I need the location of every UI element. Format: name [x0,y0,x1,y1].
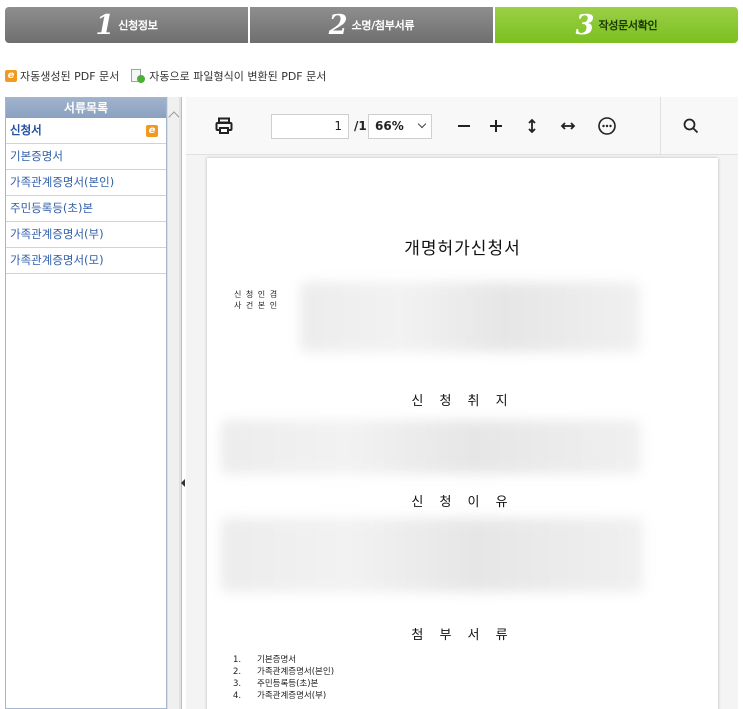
document-item[interactable]: 가족관계증명서(모) [6,248,166,274]
step-label: 신청정보 [118,19,158,32]
step-label: 소명/첨부서류 [351,19,415,32]
attachment-item: 2. 가족관계증명서(본인) [233,667,335,677]
step-number: 2 [328,9,348,41]
attachment-item: 4. 가족관계증명서(부) [233,691,327,701]
zoom-value: 66% [375,119,404,133]
attachment-item: 3. 주민등록등(초)본 [233,679,319,689]
step-1: 1 신청정보 [5,7,250,43]
redacted-reason [221,518,643,592]
step-number: 3 [575,9,595,41]
plus-icon[interactable] [486,97,506,155]
step-number: 1 [95,9,115,41]
legend-converted-pdf: 자동으로 파일형식이 변환된 PDF 문서 [149,70,327,83]
step-label: 작성문서확인 [598,19,658,32]
step-progress-bar: 1 신청정보 2 소명/첨부서류 3 작성문서확인 [5,7,738,43]
document-item[interactable]: 주민등록등(초)본 [6,196,166,222]
document-item[interactable]: 가족관계증명서(부) [6,222,166,248]
applicant-label: 사 건 본 인 [234,301,279,310]
page-total: /1 [354,119,367,133]
attachment-item: 1. 기본증명서 [233,655,297,665]
chevron-down-icon [417,119,427,129]
section-heading-reason: 신 청 이 유 [411,495,514,510]
minus-icon[interactable] [454,97,474,155]
scroll-up-icon[interactable] [168,111,180,123]
auto-pdf-icon: e [146,125,158,137]
document-item[interactable]: 기본증명서 [6,144,166,170]
document-list-panel: 서류목록 신청서 e 기본증명서 가족관계증명서(본인) 주민등록등(초)본 가… [5,97,167,709]
search-icon[interactable] [680,97,702,155]
zoom-select[interactable]: 66% [368,114,432,139]
applicant-label: 신 청 인 겸 [234,290,279,299]
document-title: 개명허가신청서 [404,239,521,259]
pdf-page: 개명허가신청서 신 청 인 겸 사 건 본 인 신 청 취 지 신 청 이 유 … [207,158,718,709]
document-list-header: 서류목록 [6,98,166,118]
document-item-application[interactable]: 신청서 e [6,118,166,144]
print-icon[interactable] [210,97,238,155]
redacted-applicant-info [300,282,640,352]
list-scrollbar[interactable] [167,97,180,709]
more-options-icon[interactable] [596,97,618,155]
pdf-toolbar: 1 /1 66% [186,97,738,155]
panel-splitter[interactable] [179,97,182,709]
legend-auto-pdf: 자동생성된 PDF 문서 [20,70,120,83]
section-heading-purpose: 신 청 취 지 [411,394,514,409]
vertical-arrows-icon[interactable] [524,97,540,155]
toolbar-divider [660,97,661,155]
section-heading-attachments: 첨 부 서 류 [411,628,514,643]
document-item-label: 신청서 [10,123,42,137]
converted-pdf-icon [131,69,146,83]
step-2: 2 소명/첨부서류 [250,7,495,43]
applicant-labels: 신 청 인 겸 사 건 본 인 [234,289,278,311]
redacted-purpose [221,420,641,474]
step-3-active: 3 작성문서확인 [495,7,738,43]
horizontal-arrows-icon[interactable] [558,97,578,155]
document-legend: e 자동생성된 PDF 문서 자동으로 파일형식이 변환된 PDF 문서 [5,68,326,84]
page-number-input[interactable]: 1 [271,114,349,139]
collapse-left-icon[interactable] [181,479,185,487]
document-item[interactable]: 가족관계증명서(본인) [6,170,166,196]
auto-pdf-icon: e [5,70,17,82]
pdf-viewer: 1 /1 66% 개명허가신청서 신 청 인 겸 사 건 본 인 신 청 취 지… [186,97,738,709]
